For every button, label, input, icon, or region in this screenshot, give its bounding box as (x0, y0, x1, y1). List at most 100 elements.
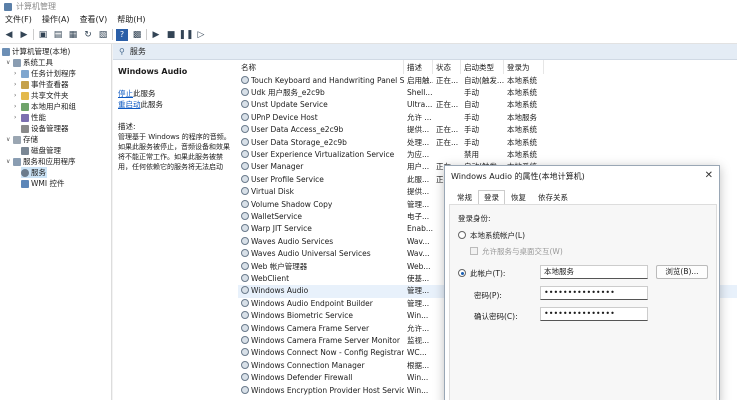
tree-item-local-users[interactable]: › 本地用户和组 (14, 101, 76, 112)
cell-text: 本地服务 (507, 112, 537, 122)
column-header-name[interactable]: 名称 (238, 60, 404, 74)
service-startup-type: 手动 (464, 137, 504, 149)
back-arrow-icon[interactable]: ◀ (3, 29, 15, 41)
service-description: Win... (407, 372, 433, 384)
service-name: Windows Audio (241, 285, 404, 297)
column-header-status[interactable]: 状态 (433, 60, 461, 74)
allow-desktop-label: 允许服务与桌面交互(W) (482, 247, 563, 256)
tree-item-services[interactable]: 服务 (21, 167, 47, 178)
tab-logon[interactable]: 登录 (478, 190, 505, 204)
cell-text: Windows Biometric Service (251, 311, 353, 321)
service-row[interactable]: Touch Keyboard and Handwriting Panel Ser… (238, 75, 737, 87)
restart-service-link[interactable]: 重启动 (118, 100, 141, 109)
cell-text: 提供... (407, 187, 430, 197)
refresh-icon[interactable]: ↻ (82, 29, 94, 41)
tree-root[interactable]: 计算机管理(本地) (2, 46, 70, 57)
close-icon[interactable]: ✕ (705, 170, 713, 181)
tree-item-storage[interactable]: ∨ 存储 (6, 134, 38, 145)
service-name: Virtual Disk (241, 186, 404, 198)
service-name: Windows Audio Endpoint Builder (241, 298, 404, 310)
service-row[interactable]: UPnP Device Host 允许 ... 手动 本地服务 (238, 112, 737, 124)
cell-text: 管理... (407, 298, 430, 308)
tree-item-task-scheduler[interactable]: › 任务计划程序 (14, 68, 76, 79)
browse-button[interactable]: 浏览(B)... (656, 265, 708, 279)
chevron-down-icon[interactable]: ∨ (6, 158, 13, 165)
menu-action[interactable]: 操作(A) (42, 14, 70, 25)
chevron-right-icon[interactable]: › (14, 92, 21, 99)
performance-icon (21, 113, 29, 122)
tree-item-device-manager[interactable]: 设备管理器 (21, 123, 69, 134)
local-system-radio[interactable] (458, 231, 466, 239)
tree-item-event-viewer[interactable]: › 事件查看器 (14, 79, 69, 90)
title-bar: 计算机管理 (0, 0, 737, 13)
cell-text: Windows Audio Endpoint Builder (251, 298, 373, 308)
service-row[interactable]: Udk 用户服务_e2c9b Shell... 手动 本地系统 (238, 87, 737, 99)
service-description: 为应... (407, 149, 433, 161)
tree-item-services-apps[interactable]: ∨ 服务和应用程序 (6, 156, 76, 167)
tree-item-wmi[interactable]: WMI 控件 (21, 178, 64, 189)
action-pane-icon[interactable]: ▩ (131, 29, 143, 41)
service-name: Windows Defender Firewall (241, 372, 404, 384)
chevron-down-icon[interactable]: ∨ (6, 59, 13, 66)
forward-arrow-icon[interactable]: ▶ (18, 29, 30, 41)
cell-text: 为应... (407, 149, 430, 159)
chevron-right-icon[interactable]: › (14, 103, 21, 110)
column-header-startup-type[interactable]: 启动类型 (461, 60, 504, 74)
column-header-description[interactable]: 描述 (404, 60, 433, 74)
gear-icon (241, 236, 249, 245)
chevron-right-icon[interactable]: › (14, 70, 21, 77)
start-service-icon[interactable]: ▶ (150, 29, 162, 41)
gear-icon (241, 149, 249, 158)
tab-dependencies[interactable]: 依存关系 (532, 190, 574, 204)
service-row[interactable]: Unst Update Service Ultra... 正在... 自动 本地系统 (238, 99, 737, 111)
tree-item-performance[interactable]: › 性能 (14, 112, 46, 123)
cell-text: 允许... (407, 323, 430, 333)
cell-text: WC... (407, 348, 427, 358)
restart-service-icon[interactable]: ▷ (195, 29, 207, 41)
export-list-icon[interactable]: ▧ (97, 29, 109, 41)
pause-service-icon[interactable]: ❚❚ (178, 29, 193, 41)
tree-item-system-tools[interactable]: ∨ 系统工具 (6, 57, 53, 68)
chevron-down-icon[interactable]: ∨ (6, 136, 13, 143)
chevron-right-icon[interactable]: › (14, 114, 21, 121)
allow-desktop-checkbox[interactable] (470, 247, 478, 255)
cell-text: 根据... (407, 360, 430, 370)
service-description: 处理... (407, 137, 433, 149)
service-description: 提供... (407, 186, 433, 198)
service-name: Touch Keyboard and Handwriting Panel Ser… (241, 75, 404, 87)
stop-service-icon[interactable]: ■ (165, 29, 177, 41)
service-row[interactable]: User Experience Virtualization Service 为应… (238, 149, 737, 161)
account-field[interactable]: 本地服务 (540, 265, 648, 279)
service-startup-type: 自动(触发... (464, 75, 504, 87)
chevron-right-icon[interactable]: › (14, 81, 21, 88)
properties-icon[interactable]: ▦ (67, 29, 79, 41)
password-field[interactable]: ••••••••••••••• (540, 286, 648, 300)
service-description: 管理... (407, 298, 433, 310)
column-header-logon-as[interactable]: 登录为 (504, 60, 544, 74)
stop-service-link[interactable]: 停止 (118, 89, 133, 98)
cell-text: Waves Audio Universal Services (251, 249, 371, 259)
cell-text: 正在... (436, 75, 459, 85)
cell-text: Wav... (407, 236, 430, 246)
confirm-password-field[interactable]: ••••••••••••••• (540, 307, 648, 321)
help-icon[interactable]: ? (116, 28, 128, 41)
tab-general[interactable]: 常规 (451, 190, 478, 204)
description-text: 管理基于 Windows 的程序的音频。 如果此服务被停止，音频设备和效果 将不… (118, 133, 231, 171)
cell-text: 本地系统 (507, 125, 537, 135)
this-account-radio[interactable] (458, 269, 466, 277)
service-row[interactable]: User Data Access_e2c9b 提供... 正在... 手动 本地系统 (238, 124, 737, 136)
menu-help[interactable]: 帮助(H) (117, 14, 145, 25)
show-hide-tree-icon[interactable]: ▤ (52, 29, 64, 41)
service-name: WebClient (241, 273, 404, 285)
service-logon-as: 本地系统 (507, 149, 554, 161)
gear-icon (21, 168, 29, 177)
up-folder-icon[interactable]: ▣ (37, 29, 49, 41)
tab-recovery[interactable]: 恢复 (505, 190, 532, 204)
tree-item-shared-folders[interactable]: › 共享文件夹 (14, 90, 69, 101)
gear-icon (241, 100, 249, 109)
service-row[interactable]: User Data Storage_e2c9b 处理... 正在... 手动 本地系统 (238, 137, 737, 149)
menu-view[interactable]: 查看(V) (80, 14, 108, 25)
menu-file[interactable]: 文件(F) (5, 14, 32, 25)
service-name: User Data Storage_e2c9b (241, 137, 404, 149)
tree-item-disk-management[interactable]: 磁盘管理 (21, 145, 61, 156)
